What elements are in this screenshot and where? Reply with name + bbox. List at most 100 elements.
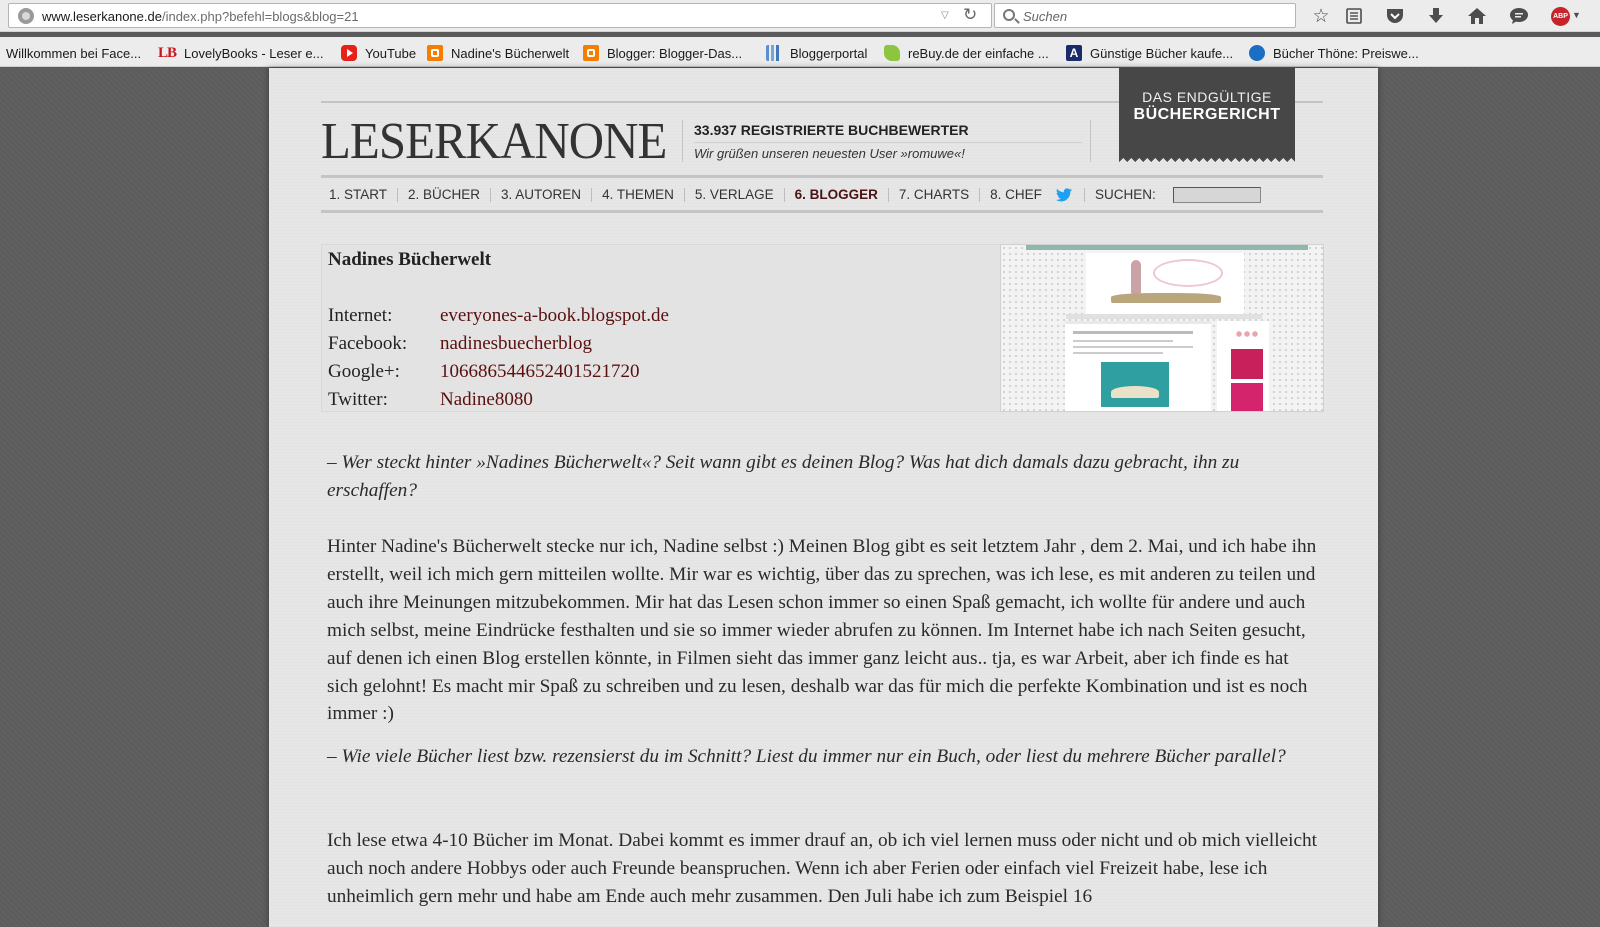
adblock-icon[interactable]: ABP bbox=[1551, 7, 1570, 26]
interview-question-1: – Wer steckt hinter »Nadines Bücherwelt«… bbox=[327, 452, 1240, 501]
chat-icon[interactable] bbox=[1507, 4, 1531, 28]
nav-buecher[interactable]: 2. BÜCHER bbox=[397, 188, 490, 202]
banner-line-1: DAS ENDGÜLTIGE bbox=[1142, 89, 1272, 105]
screenshot-nav bbox=[1066, 314, 1262, 319]
search-bar[interactable] bbox=[994, 3, 1296, 28]
bookmark-bloggerportal[interactable]: Bloggerportal bbox=[766, 44, 867, 62]
twitter-icon[interactable] bbox=[1055, 188, 1072, 202]
main-nav: 1. START 2. BÜCHER 3. AUTOREN 4. THEMEN … bbox=[321, 185, 1323, 205]
profile-row-facebook: Facebook: nadinesbuecherblog bbox=[328, 333, 592, 355]
browser-toolbar: www.leserkanone.de/index.php?befehl=blog… bbox=[0, 0, 1600, 32]
bookmark-label: Nadine's Bücherwelt bbox=[451, 45, 570, 61]
divider bbox=[321, 210, 1323, 213]
site-banner: DAS ENDGÜLTIGE BÜCHERGERICHT bbox=[1119, 68, 1295, 164]
googleplus-link[interactable]: 106686544652401521720 bbox=[440, 361, 640, 382]
bookmark-label: Willkommen bei Face... bbox=[6, 45, 142, 61]
lovelybooks-icon: LB bbox=[158, 45, 177, 61]
site-identity-icon[interactable] bbox=[18, 8, 34, 24]
bookmark-star-icon[interactable]: ☆ bbox=[1309, 4, 1333, 28]
thoene-icon bbox=[1249, 45, 1265, 61]
interview-answer-1: Hinter Nadine's Bücherwelt stecke nur ic… bbox=[327, 536, 1317, 725]
bookmark-youtube[interactable]: YouTube bbox=[341, 44, 416, 62]
bookmark-facebook[interactable]: Willkommen bei Face... bbox=[6, 44, 141, 62]
interview-answer-2: Ich lese etwa 4-10 Bücher im Monat. Dabe… bbox=[327, 830, 1318, 907]
nav-autoren[interactable]: 3. AUTOREN bbox=[490, 188, 591, 202]
pocket-icon[interactable] bbox=[1383, 4, 1407, 28]
screenshot-post bbox=[1065, 321, 1211, 411]
a-logo-icon: A bbox=[1066, 45, 1082, 61]
divider bbox=[321, 175, 1323, 178]
search-icon[interactable] bbox=[1003, 9, 1015, 21]
profile-label: Facebook: bbox=[328, 333, 408, 354]
bookmarks-bar: Willkommen bei Face... LB LovelyBooks - L… bbox=[0, 37, 1600, 67]
bookmark-label: YouTube bbox=[365, 45, 417, 61]
screenshot-topbar bbox=[1026, 245, 1308, 250]
reading-list-icon[interactable] bbox=[1342, 4, 1366, 28]
url-text[interactable]: www.leserkanone.de/index.php?befehl=blog… bbox=[42, 9, 359, 24]
bookmark-rebuy[interactable]: reBuy.de der einfache ... bbox=[884, 44, 1049, 62]
screenshot-text-line bbox=[1073, 346, 1193, 348]
registered-count: 33.937 REGISTRIERTE BUCHBEWERTER bbox=[694, 122, 969, 138]
bookmark-label: Bloggerportal bbox=[790, 45, 868, 61]
site-logo[interactable]: LESERKANONE bbox=[321, 114, 667, 170]
screenshot-sidebar bbox=[1217, 321, 1269, 411]
screenshot-text-line bbox=[1073, 340, 1173, 342]
profile-label: Google+: bbox=[328, 361, 400, 382]
screenshot-book bbox=[1111, 293, 1221, 303]
facebook-link[interactable]: nadinesbuecherblog bbox=[440, 333, 592, 354]
screenshot-dots bbox=[1235, 331, 1259, 337]
screenshot-text-line bbox=[1073, 352, 1163, 354]
nav-chef[interactable]: 8. CHEF bbox=[979, 188, 1052, 202]
divider bbox=[682, 120, 683, 162]
rebuy-icon bbox=[884, 45, 900, 61]
screenshot-title-art bbox=[1153, 259, 1223, 287]
site-search-input[interactable] bbox=[1172, 187, 1261, 203]
url-bar[interactable]: www.leserkanone.de/index.php?befehl=blog… bbox=[8, 3, 992, 28]
screenshot-post-image bbox=[1101, 362, 1169, 407]
url-path: /index.php?befehl=blogs&blog=21 bbox=[161, 9, 359, 24]
nav-verlage[interactable]: 5. VERLAGE bbox=[683, 188, 784, 202]
url-host: www.leserkanone.de bbox=[42, 9, 162, 24]
screenshot-post-title bbox=[1073, 331, 1193, 334]
screenshot-figure bbox=[1131, 260, 1141, 294]
blogger-icon bbox=[583, 45, 599, 61]
screenshot-book-cover bbox=[1231, 383, 1263, 411]
blogger-profile: Nadines Bücherwelt Internet: everyones-a-… bbox=[321, 244, 1324, 412]
youtube-icon bbox=[341, 45, 357, 61]
blogger-icon bbox=[427, 45, 443, 61]
bookmark-blogger[interactable]: Blogger: Blogger-Das... bbox=[583, 44, 742, 62]
nav-themen[interactable]: 4. THEMEN bbox=[591, 188, 684, 202]
twitter-link[interactable]: Nadine8080 bbox=[440, 389, 533, 410]
profile-label: Twitter: bbox=[328, 389, 388, 410]
browser-search-input[interactable] bbox=[1023, 7, 1283, 25]
nav-start[interactable]: 1. START bbox=[321, 188, 397, 202]
divider bbox=[1090, 120, 1091, 162]
reload-icon[interactable]: ↻ bbox=[963, 6, 981, 24]
bookmark-buecher-thoene[interactable]: Bücher Thöne: Preiswe... bbox=[1249, 44, 1419, 62]
bookmark-lovelybooks[interactable]: LB LovelyBooks - Leser e... bbox=[158, 44, 323, 62]
adblock-menu-chevron-icon[interactable]: ▼ bbox=[1572, 10, 1581, 20]
banner-line-2: BÜCHERGERICHT bbox=[1133, 106, 1281, 123]
home-icon[interactable] bbox=[1465, 4, 1489, 28]
profile-row-googleplus: Google+: 106686544652401521720 bbox=[328, 361, 640, 383]
bookmark-label: Günstige Bücher kaufe... bbox=[1090, 45, 1234, 61]
bookmark-label: LovelyBooks - Leser e... bbox=[184, 45, 324, 61]
bloggerportal-icon bbox=[766, 45, 782, 61]
profile-row-twitter: Twitter: Nadine8080 bbox=[328, 389, 533, 411]
internet-link[interactable]: everyones-a-book.blogspot.de bbox=[440, 305, 669, 326]
bookmark-label: Bücher Thöne: Preiswe... bbox=[1273, 45, 1419, 61]
divider bbox=[694, 142, 1082, 143]
bookmark-label: reBuy.de der einfache ... bbox=[908, 45, 1049, 61]
bookmark-nadines-buecherwelt[interactable]: Nadine's Bücherwelt bbox=[427, 44, 569, 62]
bookmark-label: Blogger: Blogger-Das... bbox=[607, 45, 743, 61]
blog-name: Nadines Bücherwelt bbox=[328, 249, 492, 270]
bookmark-guenstige-buecher[interactable]: A Günstige Bücher kaufe... bbox=[1066, 44, 1233, 62]
profile-label: Internet: bbox=[328, 305, 393, 326]
screenshot-book-cover bbox=[1231, 349, 1263, 379]
download-icon[interactable] bbox=[1424, 4, 1448, 28]
nav-charts[interactable]: 7. CHARTS bbox=[887, 188, 979, 202]
nav-blogger[interactable]: 6. BLOGGER bbox=[783, 188, 888, 202]
newest-user-greeting: Wir grüßen unseren neuesten User »romuwe… bbox=[694, 146, 965, 161]
blog-screenshot[interactable] bbox=[1000, 244, 1324, 412]
history-dropdown-icon[interactable]: ▽ bbox=[941, 10, 953, 22]
